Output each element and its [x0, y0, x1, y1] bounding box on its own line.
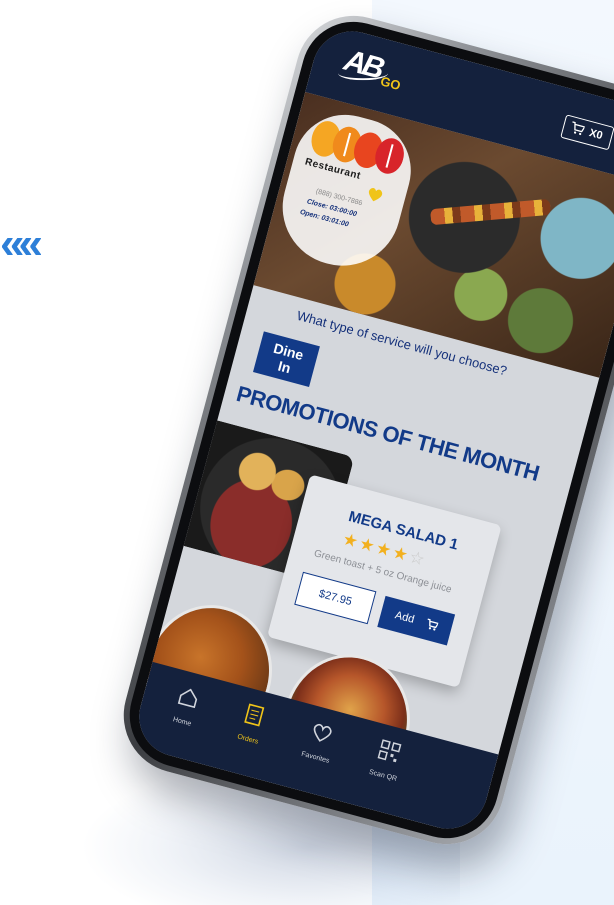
star-outline-icon: ☆ [407, 547, 429, 570]
home-icon [177, 688, 198, 709]
dine-in-button[interactable]: Dine In [253, 331, 320, 387]
nav-home-label: Home [172, 716, 192, 728]
nav-scan-qr[interactable]: Scan QR [348, 733, 421, 806]
add-to-cart-button[interactable]: Add [377, 595, 456, 646]
logo-text: AB [340, 43, 386, 86]
cart-icon [572, 121, 586, 136]
nav-orders[interactable]: Orders [213, 697, 286, 770]
cart-icon [427, 618, 439, 631]
app-logo[interactable]: AB GO [334, 43, 413, 104]
qr-icon [377, 739, 402, 763]
price-tag[interactable]: $27.95 [294, 571, 377, 625]
promo-card[interactable]: MEGA SALAD 1 ★★★★☆ Green toast + 5 oz Or… [266, 474, 502, 688]
nav-home[interactable]: Home [147, 679, 220, 752]
nav-favorites[interactable]: Favorites [280, 715, 353, 788]
nav-scan-qr-label: Scan QR [368, 768, 398, 783]
nav-orders-label: Orders [236, 733, 259, 746]
nav-favorites-label: Favorites [300, 750, 331, 765]
hero-food-image [430, 198, 551, 226]
add-label: Add [393, 609, 416, 626]
heart-icon [313, 723, 332, 742]
chevrons-left-icon: «« [0, 219, 43, 268]
cart-count: X0 [587, 127, 604, 143]
cart-button[interactable]: X0 [560, 114, 614, 151]
orders-icon [244, 703, 265, 727]
logo-suffix: GO [378, 73, 403, 94]
heart-icon[interactable] [365, 186, 384, 205]
